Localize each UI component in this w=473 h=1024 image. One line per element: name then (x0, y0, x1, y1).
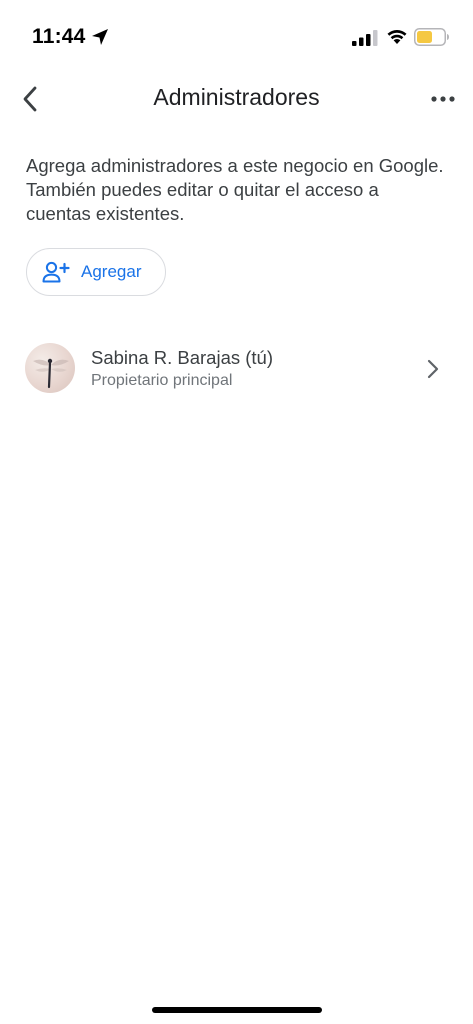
home-indicator[interactable] (152, 1007, 322, 1013)
wifi-icon (387, 30, 407, 44)
description-text: Agrega administradores a este negocio en… (26, 155, 444, 224)
cellular-signal-icon (352, 30, 378, 46)
battery-icon (414, 28, 449, 46)
status-time: 11:44 (32, 25, 86, 48)
more-horizontal-icon (431, 96, 455, 102)
status-bar: 11:44 (0, 0, 473, 70)
user-name: Sabina R. Barajas (tú) (91, 347, 274, 368)
user-role: Propietario principal (91, 372, 233, 389)
list-item-user[interactable]: Sabina R. Barajas (tú) Propietario princ… (0, 335, 473, 403)
add-button-label: Agregar (81, 262, 142, 281)
add-admin-button[interactable]: Agregar (26, 248, 166, 296)
chevron-right-icon (427, 359, 439, 379)
avatar (25, 343, 75, 393)
more-options-button[interactable] (427, 84, 459, 114)
page-title: Administradores (153, 84, 320, 110)
person-add-icon (42, 261, 70, 283)
location-arrow-icon (92, 29, 108, 45)
app-header: Administradores (0, 76, 473, 122)
dragonfly-image (33, 358, 69, 389)
